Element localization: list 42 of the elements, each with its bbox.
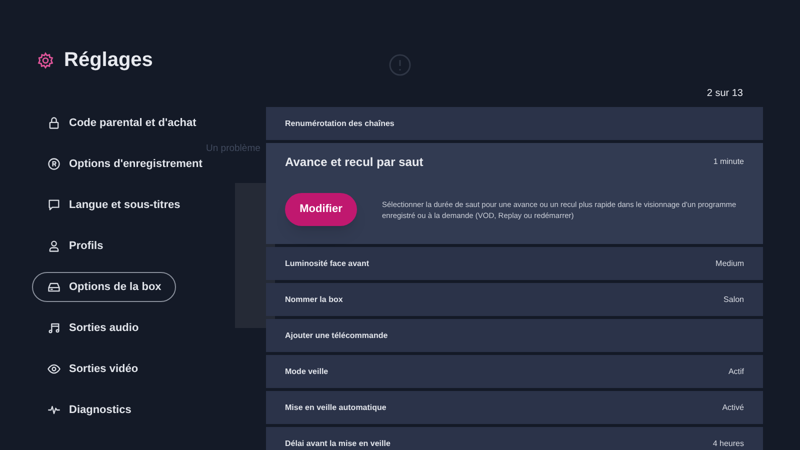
sidebar-item[interactable]: Profils [32,231,118,261]
sidebar-item[interactable]: Langue et sous-titres [32,190,196,220]
setting-row[interactable]: Ajouter une télécommande [266,319,763,352]
registered-icon [47,157,61,171]
setting-row[interactable]: Renumérotation des chaînes [266,107,763,140]
sidebar-item[interactable]: Diagnostics [32,395,146,425]
page-counter: 2 sur 13 [706,87,743,101]
setting-label: Mise en veille automatique [285,402,386,414]
setting-label: Ajouter une télécommande [285,330,388,342]
setting-row[interactable]: Mise en veille automatique Activé [266,391,763,424]
modify-button[interactable]: Modifier [285,193,357,226]
setting-value: Actif [728,366,744,378]
setting-value: Salon [724,294,744,306]
setting-row[interactable]: Mode veille Actif [266,355,763,388]
setting-label: Délai avant la mise en veille [285,438,390,450]
warning-icon [389,54,411,76]
pulse-icon [47,403,61,417]
music-note-icon [47,321,61,335]
setting-value: Activé [722,402,744,414]
setting-label: Nommer la box [285,294,343,306]
sidebar-item[interactable]: Sorties audio [32,313,154,343]
setting-value: Medium [716,258,744,270]
speech-bubble-icon [47,198,61,212]
settings-icon [37,52,54,68]
expanded-setting-row[interactable] [266,143,763,244]
setting-label: Avance et recul par saut [285,154,424,171]
setting-row[interactable]: Délai avant la mise en veille 4 heures [266,427,763,450]
person-icon [47,239,61,253]
drive-icon [47,280,61,294]
sidebar-item[interactable]: Code parental et d'achat [32,108,212,138]
setting-label: Mode veille [285,366,328,378]
setting-row[interactable]: Nommer la box Salon [266,283,763,316]
setting-label: Renumérotation des chaînes [285,118,394,130]
page-title: Réglages [64,48,153,73]
sidebar-item[interactable]: Options de la box [32,272,176,302]
setting-row[interactable]: Luminosité face avant Medium [266,247,763,280]
sidebar-item[interactable]: Sorties vidéo [32,354,154,384]
setting-value: 4 heures [712,438,744,450]
eye-icon [47,362,61,376]
lock-icon [47,116,61,130]
setting-value: 1 minute [713,156,744,168]
setting-label: Luminosité face avant [285,258,370,270]
